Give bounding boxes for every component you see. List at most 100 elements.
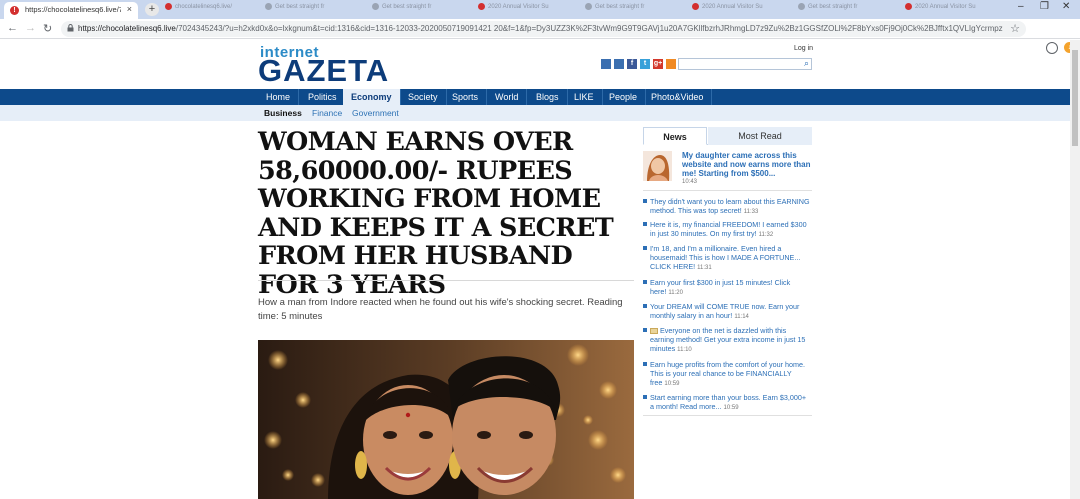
nav-item-world[interactable]: World bbox=[487, 89, 528, 105]
url-text: https://chocolatelinesq6.live/7024345243… bbox=[78, 24, 1003, 33]
sidebar-tabs: News Most Read bbox=[643, 127, 812, 145]
folder-icon bbox=[650, 328, 658, 334]
close-tab-icon[interactable]: × bbox=[127, 4, 132, 14]
browser-tab-background[interactable]: 2020 Annual Visitor Su bbox=[692, 3, 788, 17]
tab-most-read[interactable]: Most Read bbox=[708, 127, 812, 145]
nav-item-like[interactable]: LIKE bbox=[566, 89, 603, 105]
url-field[interactable]: https://chocolatelinesq6.live/7024345243… bbox=[61, 21, 1026, 37]
maximize-icon[interactable]: ❐ bbox=[1040, 1, 1049, 12]
tab-favicon-icon bbox=[692, 3, 699, 10]
news-list-item[interactable]: Here it is, my financial FREEDOM! I earn… bbox=[643, 220, 812, 240]
news-link[interactable]: Start earning more than your boss. Earn … bbox=[650, 393, 812, 413]
browser-tab-background[interactable]: Get best straight fr bbox=[798, 3, 894, 17]
article-headline: WOMAN EARNS OVER 58,60000.00/- RUPEES WO… bbox=[258, 127, 614, 300]
tab-news[interactable]: News bbox=[643, 127, 707, 145]
browser-tab-background[interactable]: Get best straight fr bbox=[585, 3, 681, 17]
tab-favicon-icon bbox=[372, 3, 379, 10]
nav-item-society[interactable]: Society bbox=[400, 89, 447, 105]
sidebar-separator bbox=[643, 190, 812, 191]
nav-item-politics[interactable]: Politics bbox=[300, 89, 346, 105]
login-link[interactable]: Log in bbox=[794, 45, 813, 52]
news-link-text: They didn't want you to learn about this… bbox=[650, 197, 810, 215]
nav-item-photo-video[interactable]: Photo&Video bbox=[643, 89, 713, 105]
new-tab-button[interactable]: + bbox=[145, 3, 159, 16]
url-path: /7024345243/?u=h2xkd0x&o=lxkgnum&t=cid:1… bbox=[175, 24, 1003, 33]
news-list-item[interactable]: They didn't want you to learn about this… bbox=[643, 197, 812, 217]
news-link[interactable]: Earn huge profits from the comfort of yo… bbox=[650, 360, 812, 389]
bokeh-light bbox=[268, 350, 288, 370]
tab-title: Get best straight fr bbox=[595, 4, 645, 11]
site-logo[interactable]: GAZETA bbox=[258, 55, 389, 87]
forward-icon[interactable]: → bbox=[25, 22, 36, 34]
bullet-icon bbox=[643, 362, 647, 366]
nav-item-home[interactable]: Home bbox=[258, 89, 300, 105]
reload-icon[interactable]: ↻ bbox=[43, 22, 52, 35]
tab-title: 2020 Annual Visitor Su bbox=[488, 4, 549, 11]
page-scrollbar[interactable] bbox=[1070, 40, 1080, 499]
twitter-icon[interactable]: t bbox=[640, 59, 650, 69]
news-time: 10:59 bbox=[723, 405, 739, 411]
news-list-item[interactable]: Earn your first $300 in just 15 minutes!… bbox=[643, 278, 812, 298]
news-time: 11:10 bbox=[677, 347, 692, 353]
news-link[interactable]: Earn your first $300 in just 15 minutes!… bbox=[650, 278, 812, 298]
bokeh-light bbox=[599, 381, 617, 399]
tab-title: 2020 Annual Visitor Su bbox=[915, 4, 976, 11]
browser-tab-background[interactable]: chocolatelinesq6.live/ bbox=[165, 3, 261, 17]
search-icon[interactable]: ⌕ bbox=[804, 58, 809, 69]
bokeh-light bbox=[295, 392, 311, 408]
browser-tab-background[interactable]: Get best straight fr bbox=[372, 3, 468, 17]
rss-icon[interactable] bbox=[601, 59, 611, 69]
minimize-icon[interactable]: – bbox=[1018, 1, 1024, 12]
news-list-item[interactable]: I'm 18, and I'm a millionaire. Even hire… bbox=[643, 244, 812, 273]
subnav-item-government[interactable]: Government bbox=[352, 108, 399, 118]
nav-item-economy[interactable]: Economy bbox=[343, 89, 401, 105]
facebook-icon[interactable]: f bbox=[627, 59, 637, 69]
subnav-item-finance[interactable]: Finance bbox=[312, 108, 342, 118]
tab-title: https://chocolatelinesq6.live/702 bbox=[25, 5, 121, 14]
feed-icon[interactable] bbox=[666, 59, 676, 69]
news-link[interactable]: Your DREAM will COME TRUE now. Earn your… bbox=[650, 302, 812, 322]
news-list-item[interactable]: Everyone on the net is dazzled with this… bbox=[643, 326, 812, 355]
news-list-item[interactable]: Your DREAM will COME TRUE now. Earn your… bbox=[643, 302, 812, 322]
news-link[interactable]: I'm 18, and I'm a millionaire. Even hire… bbox=[650, 244, 812, 273]
nav-item-people[interactable]: People bbox=[601, 89, 647, 105]
news-list-item[interactable]: Earn huge profits from the comfort of yo… bbox=[643, 360, 812, 389]
tab-favicon-icon bbox=[165, 3, 172, 10]
browser-tab-active[interactable]: ! https://chocolatelinesq6.live/702 × bbox=[4, 2, 138, 19]
news-list-item[interactable]: Start earning more than your boss. Earn … bbox=[643, 393, 812, 413]
delicious-icon[interactable] bbox=[614, 59, 624, 69]
nav-item-blogs[interactable]: Blogs bbox=[528, 89, 568, 105]
scrollbar-thumb[interactable] bbox=[1072, 50, 1078, 146]
news-time: 11:20 bbox=[668, 290, 683, 296]
featured-news-link[interactable]: My daughter came across this website and… bbox=[682, 151, 812, 178]
bokeh-light bbox=[610, 467, 626, 483]
subnav-item-business[interactable]: Business bbox=[264, 108, 302, 118]
search-input[interactable] bbox=[681, 59, 795, 69]
news-link-text: Here it is, my financial FREEDOM! I earn… bbox=[650, 220, 807, 238]
bullet-icon bbox=[643, 304, 647, 308]
tab-title: chocolatelinesq6.live/ bbox=[175, 4, 233, 11]
news-time: 11:32 bbox=[758, 232, 774, 238]
news-link-text: I'm 18, and I'm a millionaire. Even hire… bbox=[650, 244, 801, 271]
browser-tab-background[interactable]: 2020 Annual Visitor Su bbox=[905, 3, 1001, 17]
google-plus-icon[interactable]: g+ bbox=[653, 59, 663, 69]
featured-thumbnail[interactable] bbox=[643, 151, 672, 181]
close-window-icon[interactable]: ✕ bbox=[1062, 1, 1070, 12]
news-link[interactable]: They didn't want you to learn about this… bbox=[650, 197, 812, 217]
tab-favicon-icon bbox=[798, 3, 805, 10]
nav-item-sports[interactable]: Sports bbox=[444, 89, 488, 105]
browser-tab-background[interactable]: Get best straight fr bbox=[265, 3, 361, 17]
bullet-icon bbox=[643, 246, 647, 250]
article-photo bbox=[258, 340, 634, 499]
news-link[interactable]: Everyone on the net is dazzled with this… bbox=[650, 326, 812, 355]
bokeh-light bbox=[567, 344, 589, 366]
browser-tab-strip: ! https://chocolatelinesq6.live/702 × + … bbox=[0, 0, 1080, 19]
bookmark-star-icon[interactable]: ☆ bbox=[1010, 22, 1020, 35]
profile-avatar-icon[interactable] bbox=[1046, 42, 1058, 54]
browser-tab-background[interactable]: 2020 Annual Visitor Su bbox=[478, 3, 574, 17]
news-time: 11:14 bbox=[734, 314, 749, 320]
tab-title: Get best straight fr bbox=[382, 4, 432, 11]
news-link[interactable]: Here it is, my financial FREEDOM! I earn… bbox=[650, 220, 812, 240]
address-bar-row: ← → ↻ https://chocolatelinesq6.live/7024… bbox=[0, 19, 1080, 54]
back-icon[interactable]: ← bbox=[7, 22, 18, 34]
